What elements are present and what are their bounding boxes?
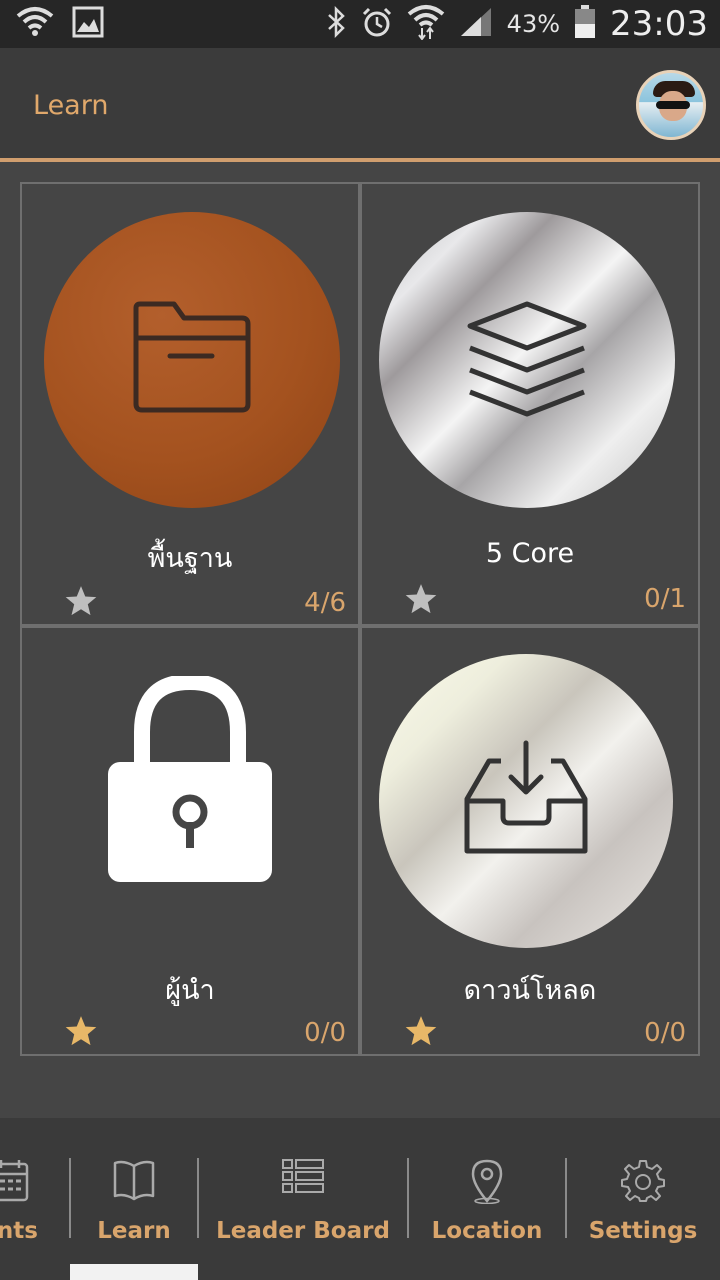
nav-item-location[interactable]: Location	[408, 1118, 566, 1280]
nav-item-leader-board[interactable]: Leader Board	[198, 1118, 408, 1280]
signal-icon	[459, 6, 493, 42]
star-icon	[65, 1016, 97, 1046]
wifi-data-icon	[407, 4, 445, 44]
progress-count: 0/1	[644, 584, 686, 614]
status-bar: 43% 23:03	[0, 0, 720, 48]
nav-label: Settings	[588, 1218, 698, 1244]
nav-label: Location	[431, 1218, 543, 1244]
gear-icon	[621, 1158, 665, 1206]
course-badge	[379, 654, 673, 948]
course-badge	[379, 212, 675, 508]
download-tray-icon	[463, 739, 589, 863]
folder-icon	[130, 300, 254, 420]
star-icon	[405, 1016, 437, 1046]
nav-item-events[interactable]: ents	[0, 1118, 70, 1280]
active-tab-indicator	[70, 1264, 198, 1280]
alarm-icon	[361, 6, 393, 42]
list-icon	[281, 1158, 325, 1198]
star-icon	[405, 584, 437, 614]
page-title: Learn	[33, 90, 109, 121]
course-card-basics[interactable]: พื้นฐาน 4/6	[20, 182, 360, 626]
progress-count: 0/0	[304, 1018, 346, 1048]
layers-icon	[464, 298, 590, 422]
nav-label: Leader Board	[216, 1218, 390, 1244]
avatar[interactable]	[636, 70, 706, 140]
nav-label: ents	[0, 1218, 38, 1244]
course-card-leader[interactable]: ผู้นำ 0/0	[20, 626, 360, 1056]
location-pin-icon	[470, 1158, 504, 1208]
progress-count: 0/0	[644, 1018, 686, 1048]
header-divider	[0, 158, 720, 162]
course-card-5-core[interactable]: 5 Core 0/1	[360, 182, 700, 626]
wifi-icon	[16, 6, 54, 44]
battery-percent: 43%	[506, 10, 561, 38]
nav-label: Learn	[97, 1218, 171, 1244]
lock-icon	[108, 673, 272, 888]
battery-icon	[574, 5, 596, 43]
star-icon	[65, 586, 97, 616]
gallery-icon	[72, 6, 104, 44]
app-bar: Learn	[0, 48, 720, 158]
course-card-download[interactable]: ดาวน์โหลด 0/0	[360, 626, 700, 1056]
clock: 23:03	[610, 4, 708, 44]
bluetooth-icon	[325, 5, 347, 42]
calendar-icon	[0, 1158, 29, 1206]
bottom-nav: ents Learn Leader Board	[0, 1118, 720, 1280]
course-title: พื้นฐาน	[147, 543, 233, 574]
nav-item-learn[interactable]: Learn	[70, 1118, 198, 1280]
progress-count: 4/6	[304, 588, 346, 618]
book-icon	[112, 1158, 156, 1206]
course-title: ผู้นำ	[165, 975, 215, 1006]
course-badge	[44, 212, 340, 508]
course-title: 5 Core	[485, 538, 575, 569]
course-title: ดาวน์โหลด	[463, 975, 597, 1006]
nav-item-settings[interactable]: Settings	[566, 1118, 720, 1280]
